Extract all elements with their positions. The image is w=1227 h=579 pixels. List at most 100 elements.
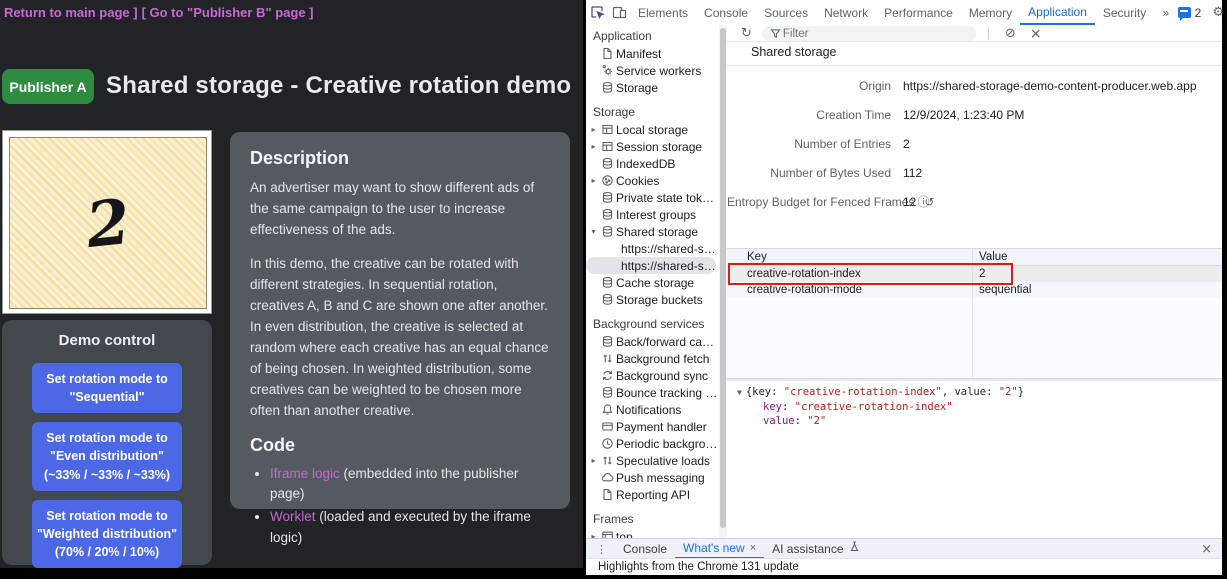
- expand-triangle-icon[interactable]: ▼: [737, 388, 742, 397]
- database-icon: [599, 335, 616, 348]
- devtools-tab-memory[interactable]: Memory: [961, 1, 1020, 25]
- devtools-tab-console[interactable]: Console: [696, 1, 756, 25]
- devtools-tabbar: ElementsConsoleSourcesNetworkPerformance…: [586, 0, 1222, 26]
- entry-key-cell[interactable]: creative-rotation-index: [727, 268, 972, 280]
- devtools-window: ElementsConsoleSourcesNetworkPerformance…: [586, 0, 1222, 574]
- database-icon: [599, 157, 616, 170]
- sidebar-item-manifest[interactable]: Manifest: [586, 45, 719, 62]
- devtools-tab-application[interactable]: Application: [1020, 1, 1095, 25]
- device-toolbar-icon[interactable]: [608, 3, 630, 23]
- demo-control-buttons: Set rotation mode to "Sequential" Set rot…: [2, 363, 212, 568]
- metadata-label: Creation Time: [727, 108, 891, 122]
- database-icon: [599, 276, 616, 289]
- sidebar-item-bounce-tracking-miti[interactable]: Bounce tracking miti…: [586, 384, 719, 401]
- demo-control-panel: Demo control Set rotation mode to "Seque…: [2, 320, 212, 565]
- sidebar-item-periodic-backgroun[interactable]: Periodic backgroun…: [586, 435, 719, 452]
- tree-arrow-icon[interactable]: ▾: [588, 227, 599, 236]
- sidebar-item-label: Payment handler: [616, 420, 707, 434]
- storage-entry-row[interactable]: creative-rotation-index2: [727, 266, 1222, 282]
- sidebar-item-back-forward-cache[interactable]: Back/forward cache: [586, 333, 719, 350]
- drawer-tab-what-s-new[interactable]: What's new×: [675, 540, 764, 559]
- sidebar-item-reporting-api[interactable]: Reporting API: [586, 486, 719, 503]
- sidebar-scrollbar[interactable]: [719, 25, 727, 538]
- refresh-icon[interactable]: ↻: [741, 26, 752, 41]
- panel-section-title: Shared storage: [751, 45, 836, 59]
- sidebar-item-session-storage[interactable]: ▸ Session storage: [586, 138, 719, 155]
- delete-selected-icon[interactable]: ×: [1030, 26, 1042, 42]
- more-tabs-icon[interactable]: »: [1154, 1, 1177, 25]
- sidebar-item-cookies[interactable]: ▸Cookies: [586, 172, 719, 189]
- devtools-tab-sources[interactable]: Sources: [756, 1, 816, 25]
- sidebar-item-shared-storage[interactable]: ▾Shared storage: [586, 223, 719, 240]
- sidebar-item-private-state-tokens[interactable]: Private state tokens: [586, 189, 719, 206]
- metadata-value: https://shared-storage-demo-content-prod…: [903, 79, 1197, 93]
- sidebar-item-storage[interactable]: Storage: [586, 79, 719, 96]
- sidebar-item-push-messaging[interactable]: Push messaging: [586, 469, 719, 486]
- sidebar-item-service-workers[interactable]: Service workers: [586, 62, 719, 79]
- settings-gear-icon[interactable]: ⚙: [1207, 3, 1227, 23]
- drawer-menu-icon[interactable]: ⋮: [596, 543, 607, 556]
- sidebar-item-top[interactable]: ▸top: [586, 528, 719, 538]
- table-icon: [599, 123, 616, 136]
- drawer-close-icon[interactable]: ×: [1201, 542, 1212, 557]
- entry-preview: ▼{key: "creative-rotation-index", value:…: [737, 385, 1024, 428]
- nav-link[interactable]: [ Return to main page ]: [0, 5, 138, 20]
- tab-close-icon[interactable]: ×: [750, 539, 756, 558]
- storage-entry-row[interactable]: creative-rotation-modesequential: [727, 282, 1222, 298]
- sidebar-item-background-fetch[interactable]: Background fetch: [586, 350, 719, 367]
- sidebar-item-label: Session storage: [616, 140, 702, 154]
- tree-arrow-icon[interactable]: ▸: [588, 142, 599, 151]
- entry-value-cell[interactable]: 2: [972, 268, 1222, 280]
- nav-link[interactable]: [ Go to "Publisher B" page ]: [142, 5, 314, 20]
- sidebar-item-speculative-loads[interactable]: ▸Speculative loads: [586, 452, 719, 469]
- sidebar-item-interest-groups[interactable]: Interest groups: [586, 206, 719, 223]
- entry-value-cell[interactable]: sequential: [972, 284, 1222, 296]
- metadata-value: 112: [903, 166, 922, 180]
- sidebar-item-cache-storage[interactable]: Cache storage: [586, 274, 719, 291]
- tree-arrow-icon[interactable]: ▸: [588, 176, 599, 185]
- grid-header-value[interactable]: Value: [972, 251, 1222, 263]
- set-rotation-mode-button[interactable]: Set rotation mode to "Weighted distribut…: [32, 500, 182, 568]
- frame-icon: [599, 530, 616, 538]
- sidebar-item-https-shared-storage[interactable]: https://shared-storage…: [586, 240, 719, 257]
- code-link[interactable]: Iframe logic: [270, 466, 340, 481]
- preview-splitter[interactable]: [727, 378, 1222, 381]
- sidebar-item-payment-handler[interactable]: Payment handler: [586, 418, 719, 435]
- flask-icon: [848, 540, 861, 559]
- filter-box[interactable]: [762, 26, 976, 41]
- tree-arrow-icon[interactable]: ▸: [588, 456, 599, 465]
- grid-header-key[interactable]: Key: [727, 251, 972, 263]
- issues-badge[interactable]: 2: [1178, 6, 1202, 20]
- devtools-tab-elements[interactable]: Elements: [630, 1, 696, 25]
- sidebar-item-background-sync[interactable]: Background sync: [586, 367, 719, 384]
- sidebar-item-https-shared-storage[interactable]: https://shared-storage…: [586, 257, 716, 274]
- sidebar-item-label: Manifest: [616, 47, 661, 61]
- sidebar-item-label: Back/forward cache: [616, 335, 719, 349]
- set-rotation-mode-button[interactable]: Set rotation mode to "Sequential": [32, 363, 182, 413]
- clear-all-icon[interactable]: ⊘: [1005, 26, 1016, 41]
- sidebar-item-indexeddb[interactable]: IndexedDB: [586, 155, 719, 172]
- reset-budget-icon[interactable]: ↺: [924, 195, 934, 209]
- code-link[interactable]: Worklet: [270, 509, 316, 524]
- devtools-tab-performance[interactable]: Performance: [876, 1, 961, 25]
- drawer-tab-ai-assistance[interactable]: AI assistance: [764, 540, 868, 559]
- devtools-tab-security[interactable]: Security: [1095, 1, 1154, 25]
- grid-column-divider[interactable]: [972, 248, 973, 378]
- panel-toolbar: ↻ ⊘ ×: [727, 25, 1222, 42]
- drawer-tab-console[interactable]: Console: [615, 540, 675, 559]
- code-heading: Code: [250, 435, 550, 456]
- sidebar-item-notifications[interactable]: Notifications: [586, 401, 719, 418]
- metadata-row: Creation Time12/9/2024, 1:23:40 PM: [727, 100, 1222, 129]
- preview-summary-line[interactable]: ▼{key: "creative-rotation-index", value:…: [737, 385, 1024, 400]
- tree-arrow-icon[interactable]: ▸: [588, 125, 599, 134]
- sidebar-item-storage-buckets[interactable]: Storage buckets: [586, 291, 719, 308]
- filter-input[interactable]: [781, 27, 945, 41]
- sidebar-item-label: Storage buckets: [616, 293, 703, 307]
- metadata-value: 12↺: [903, 195, 934, 209]
- set-rotation-mode-button[interactable]: Set rotation mode to "Even distribution"…: [32, 422, 182, 490]
- sidebar-item-local-storage[interactable]: ▸Local storage: [586, 121, 719, 138]
- entry-key-cell[interactable]: creative-rotation-mode: [727, 284, 972, 296]
- grid-header-row: Key Value: [727, 248, 1222, 266]
- inspect-element-icon[interactable]: [586, 3, 608, 23]
- devtools-tab-network[interactable]: Network: [816, 1, 876, 25]
